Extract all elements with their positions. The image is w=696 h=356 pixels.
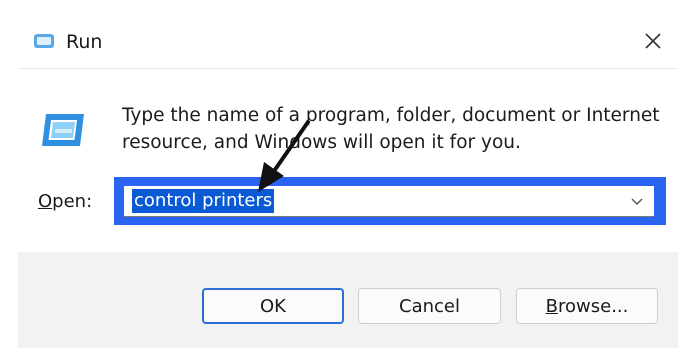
open-input-value[interactable]: control printers (132, 189, 275, 213)
run-large-icon (42, 114, 84, 146)
browse-mnemonic: B (545, 296, 558, 317)
open-label-text: pen: (52, 191, 93, 212)
divider (18, 68, 678, 69)
browse-label: rowse... (558, 296, 629, 317)
ok-button[interactable]: OK (202, 288, 344, 324)
open-label: Open: (38, 190, 92, 214)
run-dialog: Run Type the name of a program, folder, … (0, 0, 696, 356)
open-label-mnemonic: O (38, 191, 53, 212)
description-text: Type the name of a program, folder, docu… (122, 102, 662, 156)
open-combobox[interactable]: control printers (124, 186, 654, 217)
window-title: Run (66, 31, 103, 53)
run-icon (34, 34, 54, 48)
chevron-down-icon[interactable] (630, 194, 644, 208)
description-line-1: Type the name of a program, folder, docu… (122, 105, 660, 126)
browse-button[interactable]: Browse... (516, 288, 658, 324)
close-icon[interactable] (640, 28, 666, 54)
cancel-button[interactable]: Cancel (358, 288, 501, 324)
description-line-2: resource, and Windows will open it for y… (122, 132, 521, 153)
